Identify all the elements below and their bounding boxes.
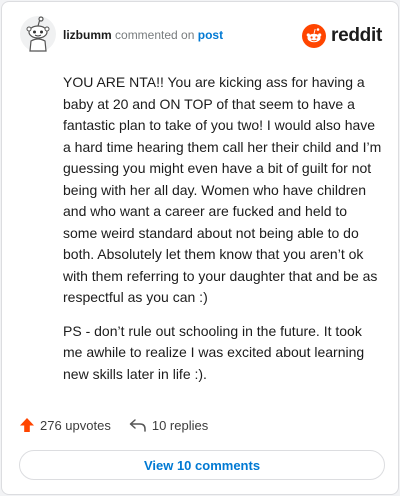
comment-paragraph: YOU ARE NTA!! You are kicking ass for ha… [63, 74, 382, 305]
upvote-arrow-icon [20, 418, 34, 432]
upvote-count[interactable]: 276 upvotes [19, 417, 111, 433]
reddit-logo-icon [302, 24, 327, 48]
view-comments-button[interactable]: View 10 comments [19, 450, 385, 480]
reply-count[interactable]: 10 replies [129, 417, 208, 433]
reply-arrow-icon [129, 419, 146, 432]
comment-body: YOU ARE NTA!! You are kicking ass for ha… [63, 72, 385, 397]
snoo-avatar-icon[interactable] [19, 15, 57, 53]
comment-header: lizbumm commented on post reddit [19, 15, 382, 55]
username-link[interactable]: lizbumm [63, 28, 112, 42]
comment-stats: 276 upvotes 10 replies [19, 415, 226, 435]
comment-meta: lizbumm commented on post [63, 28, 223, 42]
brand-wordmark: reddit [331, 25, 382, 46]
action-text: commented on [115, 28, 195, 42]
upvote-label: 276 upvotes [40, 417, 111, 433]
reply-label: 10 replies [151, 417, 209, 433]
comment-paragraph: PS - don’t rule out schooling in the fut… [63, 322, 365, 382]
reddit-logo[interactable]: reddit [302, 23, 382, 49]
comment-card: lizbumm commented on post reddit YOU ARE… [1, 1, 399, 495]
post-link[interactable]: post [198, 28, 223, 42]
